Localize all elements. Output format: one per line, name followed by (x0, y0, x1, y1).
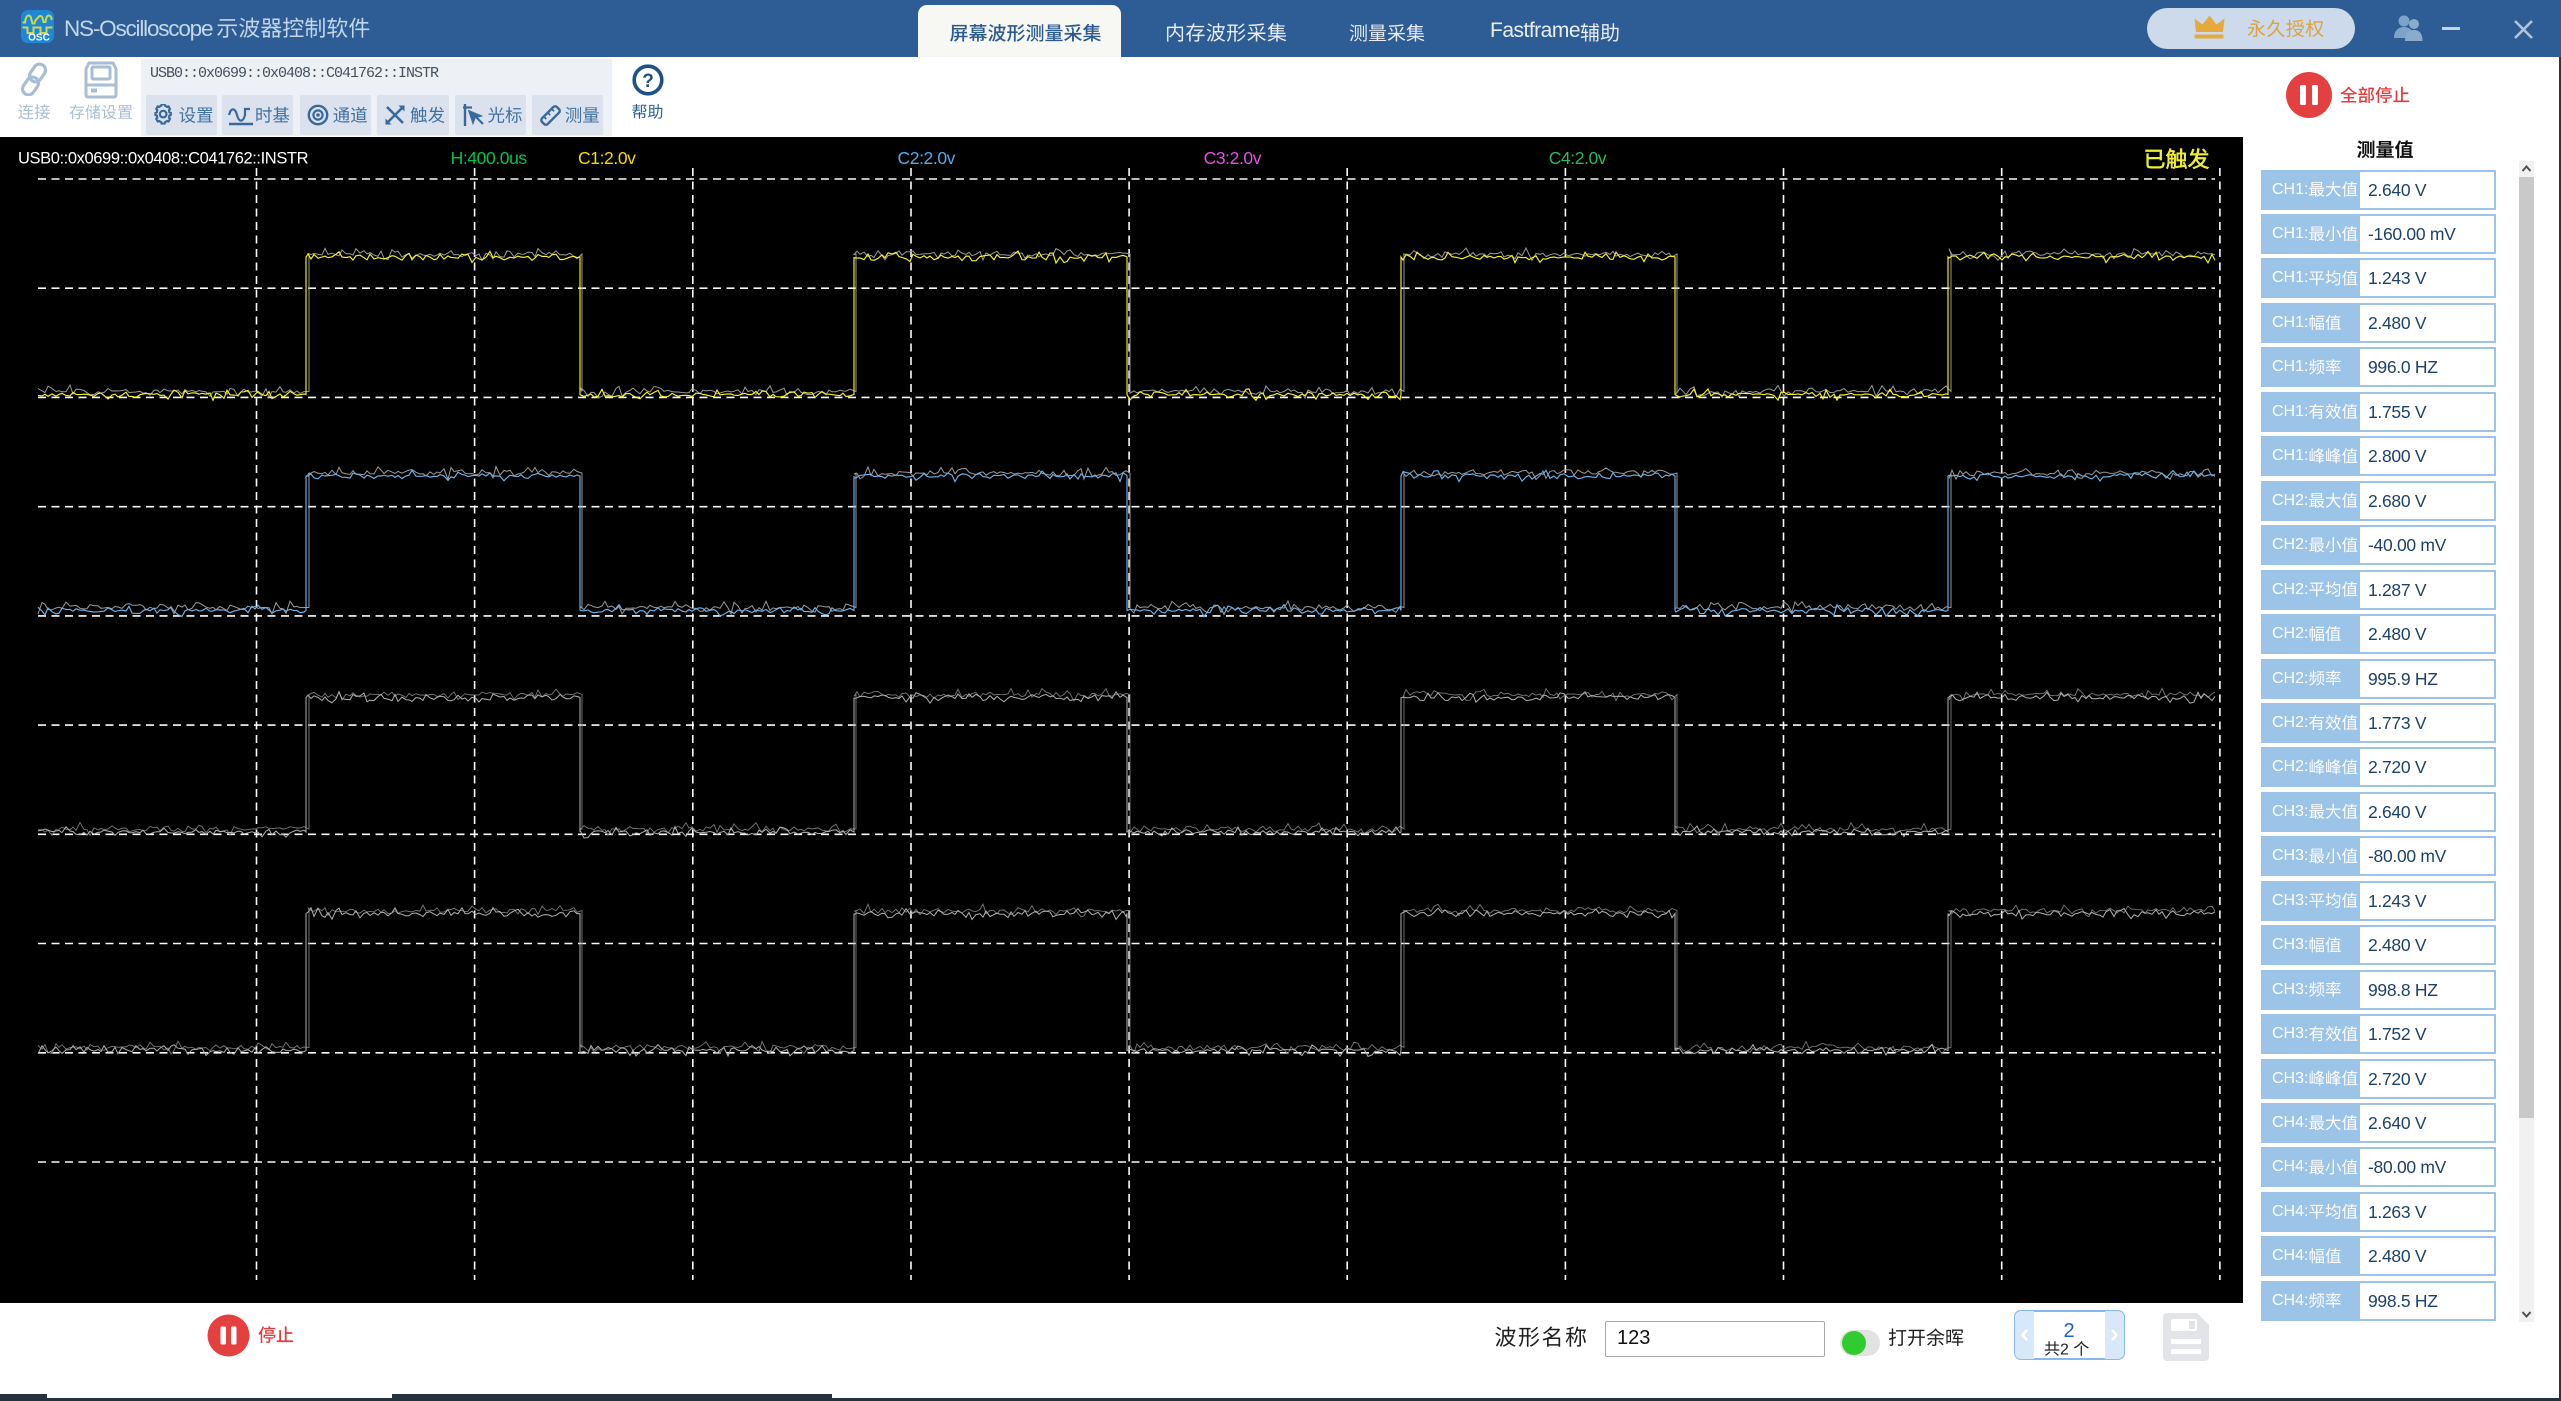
svg-text:2: 2 (2060, 1342, 2069, 1359)
